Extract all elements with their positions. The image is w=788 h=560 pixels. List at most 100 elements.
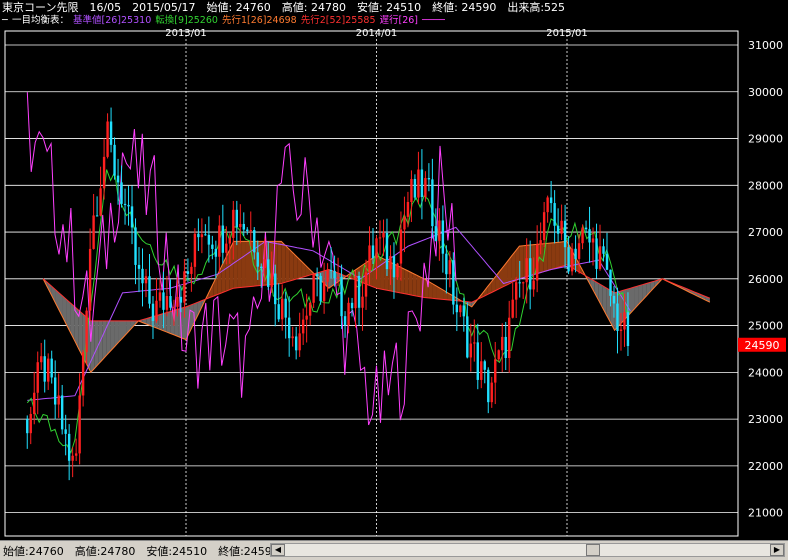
candle-body xyxy=(399,229,403,264)
candle-body xyxy=(434,226,438,241)
legend-item: 一目均衡表： xyxy=(12,15,70,26)
candle-body xyxy=(361,296,364,308)
candle-body xyxy=(29,413,32,434)
candle-body xyxy=(563,220,567,248)
candle-body xyxy=(74,453,78,456)
candle-body xyxy=(528,258,532,290)
candle-body xyxy=(364,272,368,297)
candle-body xyxy=(469,343,472,358)
candle-body xyxy=(298,333,301,351)
candle-body xyxy=(357,275,361,308)
candle-body xyxy=(127,204,130,207)
candle-body xyxy=(158,292,162,301)
candle-body xyxy=(577,243,581,259)
cloud-segment xyxy=(515,246,520,281)
y-tick-label: 25000 xyxy=(748,320,783,333)
cloud-segment xyxy=(245,241,250,288)
candle-body xyxy=(221,225,225,253)
candle-body xyxy=(420,169,424,198)
x-date-label: 2013/01 xyxy=(165,28,207,39)
cloud-segment xyxy=(285,245,290,283)
candle-body xyxy=(99,188,102,216)
candle-body xyxy=(609,269,612,296)
candle-body xyxy=(556,225,560,234)
cloud-segment xyxy=(380,257,385,290)
ichimoku-legend: ─ 一目均衡表： 基準値[26]25310 転換[9]25260 先行1[26]2469… xyxy=(2,14,445,27)
candle-body xyxy=(228,237,232,244)
candle-body xyxy=(50,358,53,378)
scroll-thumb[interactable] xyxy=(586,544,601,556)
candle-body xyxy=(588,229,591,243)
candle-body xyxy=(249,230,252,232)
candle-body xyxy=(106,121,109,157)
candle-body xyxy=(197,233,200,238)
candle-body xyxy=(445,253,448,275)
candle-body xyxy=(319,275,322,302)
cloud-segment xyxy=(110,320,115,351)
scroll-left-icon[interactable]: ◀ xyxy=(271,544,285,556)
cloud-segment xyxy=(293,253,298,280)
candle-body xyxy=(95,215,99,217)
candle-body xyxy=(40,356,43,363)
candle-body xyxy=(490,382,493,403)
cloud-segment xyxy=(551,242,556,270)
candle-body xyxy=(120,182,123,204)
candle-body xyxy=(605,253,609,270)
candle-body xyxy=(81,352,85,396)
candle-body xyxy=(473,342,476,344)
candle-body xyxy=(487,369,490,403)
y-tick-label: 27000 xyxy=(748,226,783,239)
candle-body xyxy=(525,258,528,283)
candle-body xyxy=(343,316,347,326)
price-chart[interactable]: 31000 30000 29000 28000 27000 26000 25000 24000… xyxy=(0,28,788,540)
chart-header: 東京コーン先限 16/05 2015/05/17 始値: 24760 高値: 2… xyxy=(0,0,788,28)
candle-body xyxy=(88,248,92,311)
candle-body xyxy=(301,319,305,334)
candle-body xyxy=(382,232,385,238)
cloud-segment xyxy=(499,266,504,289)
candle-body xyxy=(312,274,315,303)
candle-body xyxy=(235,209,238,228)
candle-body xyxy=(71,455,74,461)
candle-body xyxy=(183,271,186,303)
candle-body xyxy=(144,276,148,284)
y-tick-label: 28000 xyxy=(748,179,783,192)
instrument-info: 東京コーン先限 16/05 2015/05/17 始値: 24760 高値: 2… xyxy=(2,1,566,14)
candle-body xyxy=(427,177,431,180)
candle-body xyxy=(518,282,521,284)
legend-item: 先行1[26]24698 xyxy=(221,15,297,26)
candle-body xyxy=(602,246,605,254)
candle-body xyxy=(581,227,584,244)
candle-body xyxy=(501,336,504,351)
candle-body xyxy=(294,336,298,351)
candle-body xyxy=(619,329,623,331)
candle-body xyxy=(33,392,36,414)
horizontal-scrollbar[interactable]: ◀ ▶ xyxy=(270,543,785,557)
scroll-right-icon[interactable]: ▶ xyxy=(770,544,784,556)
candle-body xyxy=(176,296,179,307)
cloud-segment xyxy=(162,312,167,332)
candle-body xyxy=(85,310,88,353)
candle-body xyxy=(532,280,535,290)
candle-body xyxy=(539,240,542,245)
candle-body xyxy=(92,215,95,249)
cloud-segment xyxy=(237,241,242,288)
chart-area[interactable]: 31000 30000 29000 28000 27000 26000 25000 24000… xyxy=(0,28,788,540)
candle-body xyxy=(218,225,221,257)
candle-body xyxy=(200,234,204,238)
cloud-segment xyxy=(376,255,381,289)
candle-body xyxy=(326,269,329,282)
candle-body xyxy=(567,247,570,272)
candle-body xyxy=(378,237,382,239)
candle-body xyxy=(483,361,486,370)
candle-body xyxy=(204,234,207,236)
candle-body xyxy=(291,336,294,339)
candle-body xyxy=(560,220,563,234)
cloud-segment xyxy=(281,241,286,284)
x-date-label: 2015/01 xyxy=(546,28,588,39)
cloud-segment xyxy=(416,274,421,297)
candle-body xyxy=(109,121,113,145)
y-tick-label: 31000 xyxy=(748,39,783,52)
cloud-segment xyxy=(555,242,560,269)
candle-body xyxy=(612,295,616,304)
